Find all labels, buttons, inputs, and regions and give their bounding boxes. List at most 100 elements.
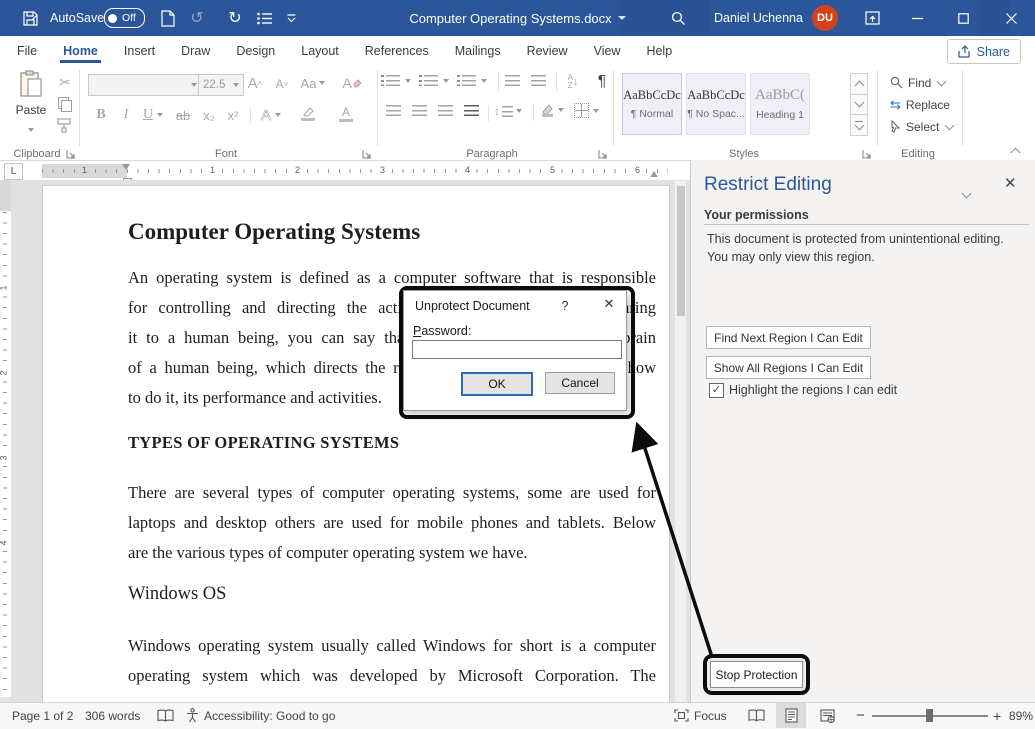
doc-paragraph-line[interactable]: laptops and desktop others are used for …	[128, 513, 656, 533]
line-spacing-icon[interactable]: ↕	[494, 104, 522, 118]
vertical-ruler[interactable]: 1 2 3 4	[0, 180, 11, 697]
horizontal-ruler[interactable]: 1 1 2 3 4 5 6	[42, 164, 668, 178]
styles-scroll-down-icon[interactable]	[850, 94, 868, 116]
dialog-help-icon[interactable]: ?	[557, 299, 573, 313]
style-no-spacing[interactable]: AaBbCcDc ¶ No Spac...	[686, 73, 746, 135]
tab-file[interactable]: File	[4, 36, 50, 65]
show-formatting-marks-icon[interactable]: ¶	[592, 71, 612, 93]
close-window-button[interactable]	[997, 0, 1025, 36]
accessibility-status[interactable]: Accessibility: Good to go	[186, 703, 335, 728]
font-color-icon[interactable]: A	[330, 103, 362, 125]
doc-paragraph-line[interactable]: There are several types of computer oper…	[128, 483, 656, 503]
web-layout-button[interactable]	[812, 703, 842, 728]
pane-options-chevron-icon[interactable]	[963, 184, 970, 202]
bullets-icon[interactable]	[386, 75, 411, 86]
password-input[interactable]	[412, 340, 622, 359]
tab-selector[interactable]: L	[4, 163, 23, 180]
user-name[interactable]: Daniel Uchenna	[714, 0, 803, 36]
doc-paragraph-line[interactable]: are the various types of computer operat…	[128, 543, 656, 563]
redo-icon[interactable]: ↻	[224, 0, 246, 36]
first-line-indent-marker[interactable]	[122, 164, 130, 170]
text-effects-icon[interactable]: A	[256, 105, 286, 125]
tab-references[interactable]: References	[352, 36, 442, 65]
document-page[interactable]: Computer Operating Systems An operating …	[42, 185, 670, 703]
qat-more-icon[interactable]	[282, 0, 300, 36]
doc-paragraph-line[interactable]: operating system which was developed by …	[128, 666, 656, 686]
strikethrough-icon[interactable]: ab	[172, 105, 194, 125]
stop-protection-button[interactable]: Stop Protection	[710, 661, 803, 688]
find-next-region-button[interactable]: Find Next Region I Can Edit	[706, 326, 871, 349]
font-size-combo[interactable]: 22.5	[198, 74, 244, 96]
show-all-regions-button[interactable]: Show All Regions I Can Edit	[706, 356, 871, 379]
tab-help[interactable]: Help	[633, 36, 685, 65]
vertical-scrollbar[interactable]	[675, 181, 686, 702]
change-case-icon[interactable]: Aa	[300, 73, 326, 93]
doc-title[interactable]: Computer Operating Systems	[128, 219, 420, 245]
save-icon[interactable]	[20, 0, 40, 36]
zoom-slider[interactable]	[872, 703, 988, 728]
style-heading1[interactable]: AaBbC( Heading 1	[750, 73, 810, 135]
zoom-in-button[interactable]: +	[993, 703, 1001, 728]
tab-insert[interactable]: Insert	[111, 36, 168, 65]
tab-mailings[interactable]: Mailings	[442, 36, 514, 65]
clipboard-dialog-launcher[interactable]	[66, 149, 76, 159]
font-name-combo[interactable]	[88, 74, 202, 96]
search-icon[interactable]	[666, 0, 690, 36]
tab-design[interactable]: Design	[223, 36, 288, 65]
minimize-button[interactable]	[903, 0, 931, 36]
font-dialog-launcher[interactable]	[362, 149, 372, 159]
format-painter-icon[interactable]	[57, 118, 73, 134]
sort-icon[interactable]: AZ ↓	[562, 71, 584, 93]
style-normal[interactable]: AaBbCcDc ¶ Normal	[622, 73, 682, 135]
paragraph-dialog-launcher[interactable]	[598, 149, 608, 159]
doc-heading-windows[interactable]: Windows OS	[128, 584, 226, 605]
numbering-icon[interactable]	[424, 75, 449, 86]
doc-paragraph-line[interactable]: An operating system is defined as a comp…	[128, 268, 656, 288]
copy-icon[interactable]	[58, 97, 72, 111]
ribbon-display-options-icon[interactable]	[858, 0, 886, 36]
styles-gallery-more-icon[interactable]	[850, 114, 868, 136]
doc-paragraph-line[interactable]: Windows operating system usually called …	[128, 636, 656, 656]
zoom-slider-thumb[interactable]	[926, 709, 933, 722]
right-indent-marker[interactable]	[650, 171, 658, 177]
decrease-indent-icon[interactable]	[505, 75, 520, 86]
find-button[interactable]: Find	[890, 72, 945, 93]
clear-formatting-icon[interactable]: A	[340, 73, 364, 93]
maximize-button[interactable]	[949, 0, 977, 36]
shading-icon[interactable]	[540, 103, 564, 117]
multilevel-list-icon[interactable]	[462, 75, 487, 86]
collapse-ribbon-icon[interactable]	[1012, 143, 1019, 161]
autosave-toggle[interactable]: Off	[104, 0, 145, 36]
align-center-icon[interactable]	[412, 105, 427, 116]
doc-heading-types[interactable]: TYPES OF OPERATING SYSTEMS	[128, 433, 399, 453]
grow-font-icon[interactable]: A˄	[244, 73, 266, 93]
styles-scroll-up-icon[interactable]	[850, 73, 868, 95]
align-left-icon[interactable]	[386, 105, 401, 116]
zoom-out-button[interactable]: −	[856, 703, 865, 728]
highlight-color-icon[interactable]	[292, 103, 324, 125]
pane-close-icon[interactable]: ✕	[1004, 174, 1017, 192]
bullet-list-icon[interactable]	[254, 0, 276, 36]
paste-button[interactable]: Paste	[12, 70, 50, 142]
italic-icon[interactable]: I	[118, 105, 134, 125]
share-button[interactable]: Share	[947, 39, 1021, 64]
undo-icon[interactable]: ↺	[186, 0, 208, 36]
highlight-regions-checkbox[interactable]	[709, 383, 724, 398]
tab-layout[interactable]: Layout	[288, 36, 352, 65]
align-right-icon[interactable]	[438, 105, 453, 116]
shrink-font-icon[interactable]: A˅	[272, 75, 292, 93]
page-indicator[interactable]: Page 1 of 2	[12, 703, 73, 728]
title-caret-icon[interactable]	[618, 16, 626, 20]
justify-icon[interactable]	[464, 105, 479, 116]
word-count[interactable]: 306 words	[85, 703, 140, 728]
bold-icon[interactable]: B	[92, 105, 110, 125]
scrollbar-thumb[interactable]	[677, 186, 685, 316]
tab-review[interactable]: Review	[514, 36, 581, 65]
increase-indent-icon[interactable]	[531, 75, 546, 86]
replace-button[interactable]: ⇆ Replace	[890, 94, 950, 115]
proofing-icon[interactable]	[157, 703, 174, 728]
select-button[interactable]: Select	[890, 116, 953, 137]
focus-mode-button[interactable]: Focus	[674, 703, 727, 728]
styles-dialog-launcher[interactable]	[862, 149, 872, 159]
superscript-icon[interactable]: x²	[222, 105, 244, 125]
